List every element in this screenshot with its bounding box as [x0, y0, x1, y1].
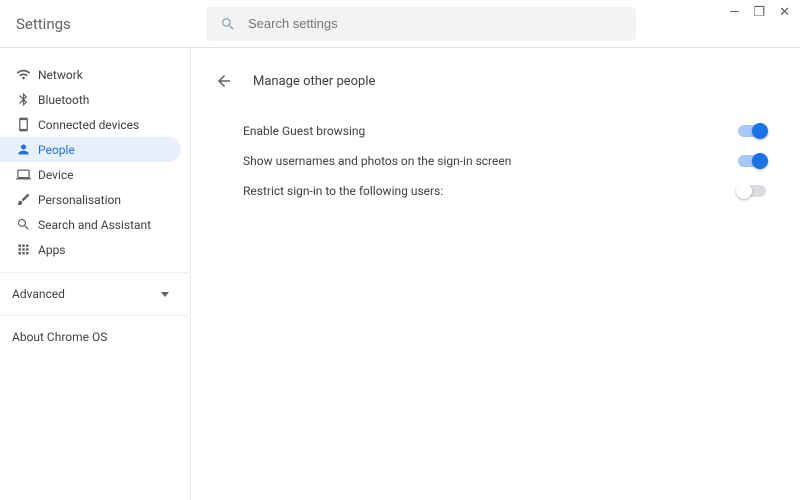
setting-row-guest: Enable Guest browsing	[243, 116, 766, 146]
sidebar-item-device[interactable]: Device	[0, 162, 181, 187]
brush-icon	[16, 192, 38, 207]
device-icon	[16, 117, 38, 132]
laptop-icon	[16, 167, 38, 182]
window-controls: — ❐ ✕	[729, 6, 790, 19]
sidebar-item-label: Bluetooth	[38, 93, 89, 107]
sidebar-item-label: Personalisation	[38, 193, 121, 207]
sidebar-item-label: People	[38, 143, 75, 157]
sidebar-item-label: Device	[38, 168, 74, 182]
app-title: Settings	[16, 15, 206, 33]
sidebar-item-label: Connected devices	[38, 118, 139, 132]
person-icon	[16, 142, 38, 157]
close-icon[interactable]: ✕	[779, 6, 790, 19]
toggle-knob	[752, 123, 768, 139]
sidebar-item-search-assistant[interactable]: Search and Assistant	[0, 212, 181, 237]
search-icon	[220, 16, 236, 32]
setting-label: Restrict sign-in to the following users:	[243, 184, 443, 198]
sidebar-item-personalisation[interactable]: Personalisation	[0, 187, 181, 212]
sidebar-item-bluetooth[interactable]: Bluetooth	[0, 87, 181, 112]
search-box[interactable]	[206, 7, 636, 41]
setting-label: Enable Guest browsing	[243, 124, 365, 138]
subheader: Manage other people	[215, 64, 766, 98]
sidebar-item-label: Network	[38, 68, 83, 82]
toggle-restrict[interactable]	[738, 185, 766, 197]
search-input[interactable]	[248, 16, 622, 31]
chevron-down-icon	[161, 292, 169, 297]
sidebar-item-network[interactable]: Network	[0, 62, 181, 87]
wifi-icon	[16, 67, 38, 82]
sidebar-item-people[interactable]: People	[0, 137, 181, 162]
toggle-usernames[interactable]	[738, 155, 766, 167]
sidebar: Network Bluetooth Connected devices People D…	[0, 48, 190, 500]
about-chrome-os[interactable]: About Chrome OS	[0, 315, 189, 358]
sidebar-item-label: Apps	[38, 243, 66, 257]
toggle-knob	[736, 183, 752, 199]
minimize-icon[interactable]: —	[729, 6, 739, 19]
advanced-toggle[interactable]: Advanced	[0, 272, 189, 315]
settings-list: Enable Guest browsing Show usernames and …	[215, 116, 766, 206]
sidebar-item-apps[interactable]: Apps	[0, 237, 181, 262]
advanced-label: Advanced	[12, 287, 65, 301]
sidebar-item-label: Search and Assistant	[38, 218, 151, 232]
page-subtitle: Manage other people	[253, 74, 375, 89]
back-button[interactable]	[215, 72, 233, 90]
toggle-guest[interactable]	[738, 125, 766, 137]
apps-icon	[16, 242, 38, 257]
search-icon	[16, 217, 38, 232]
maximize-icon[interactable]: ❐	[753, 6, 765, 19]
arrow-back-icon	[215, 72, 233, 90]
setting-row-usernames: Show usernames and photos on the sign-in…	[243, 146, 766, 176]
content: Manage other people Enable Guest browsin…	[190, 48, 800, 500]
toggle-knob	[752, 153, 768, 169]
setting-row-restrict: Restrict sign-in to the following users:	[243, 176, 766, 206]
setting-label: Show usernames and photos on the sign-in…	[243, 154, 511, 168]
header: Settings	[0, 0, 800, 48]
bluetooth-icon	[16, 92, 38, 107]
sidebar-item-connected-devices[interactable]: Connected devices	[0, 112, 181, 137]
